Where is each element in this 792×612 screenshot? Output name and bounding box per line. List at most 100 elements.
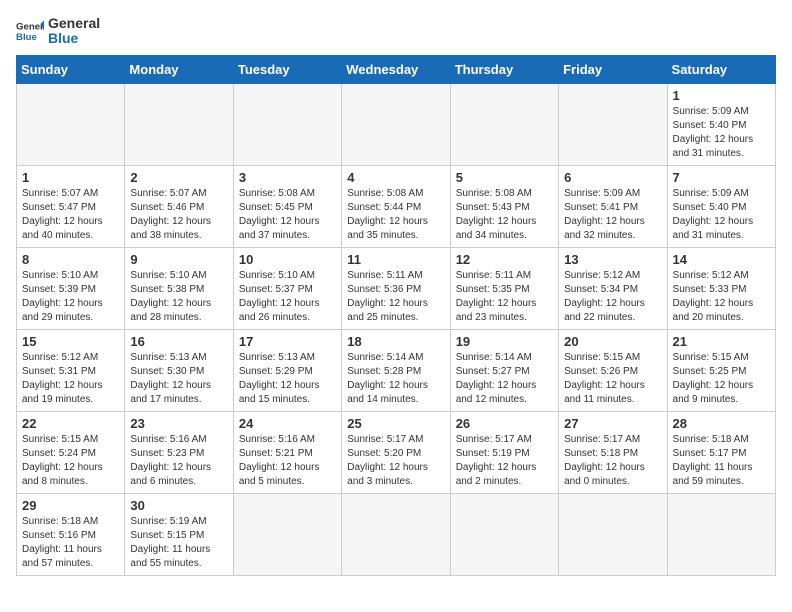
day-info: Sunrise: 5:12 AM Sunset: 5:31 PM Dayligh… (22, 351, 119, 407)
day-number: 15 (22, 334, 119, 349)
calendar-cell: 7 Sunrise: 5:09 AM Sunset: 5:40 PM Dayli… (667, 165, 775, 247)
day-info: Sunrise: 5:10 AM Sunset: 5:37 PM Dayligh… (239, 269, 336, 325)
calendar-cell (342, 83, 450, 165)
calendar-cell: 26 Sunrise: 5:17 AM Sunset: 5:19 PM Dayl… (450, 411, 558, 493)
day-number: 7 (673, 170, 770, 185)
day-info: Sunrise: 5:09 AM Sunset: 5:40 PM Dayligh… (673, 105, 770, 161)
day-number: 19 (456, 334, 553, 349)
calendar-week-row: 15 Sunrise: 5:12 AM Sunset: 5:31 PM Dayl… (17, 329, 776, 411)
calendar-cell: 23 Sunrise: 5:16 AM Sunset: 5:23 PM Dayl… (125, 411, 233, 493)
day-number: 1 (673, 88, 770, 103)
calendar-cell (342, 493, 450, 575)
day-info: Sunrise: 5:12 AM Sunset: 5:34 PM Dayligh… (564, 269, 661, 325)
calendar-cell: 3 Sunrise: 5:08 AM Sunset: 5:45 PM Dayli… (233, 165, 341, 247)
day-info: Sunrise: 5:09 AM Sunset: 5:40 PM Dayligh… (673, 187, 770, 243)
day-info: Sunrise: 5:10 AM Sunset: 5:38 PM Dayligh… (130, 269, 227, 325)
header-row: SundayMondayTuesdayWednesdayThursdayFrid… (17, 55, 776, 83)
page-header: General Blue General Blue (16, 16, 776, 47)
calendar-cell: 21 Sunrise: 5:15 AM Sunset: 5:25 PM Dayl… (667, 329, 775, 411)
calendar-cell: 24 Sunrise: 5:16 AM Sunset: 5:21 PM Dayl… (233, 411, 341, 493)
day-number: 12 (456, 252, 553, 267)
weekday-header: Friday (559, 55, 667, 83)
calendar-cell: 19 Sunrise: 5:14 AM Sunset: 5:27 PM Dayl… (450, 329, 558, 411)
day-info: Sunrise: 5:15 AM Sunset: 5:26 PM Dayligh… (564, 351, 661, 407)
calendar-cell: 1 Sunrise: 5:09 AM Sunset: 5:40 PM Dayli… (667, 83, 775, 165)
calendar-cell: 17 Sunrise: 5:13 AM Sunset: 5:29 PM Dayl… (233, 329, 341, 411)
day-info: Sunrise: 5:19 AM Sunset: 5:15 PM Dayligh… (130, 515, 227, 571)
day-number: 28 (673, 416, 770, 431)
calendar-cell: 25 Sunrise: 5:17 AM Sunset: 5:20 PM Dayl… (342, 411, 450, 493)
day-number: 4 (347, 170, 444, 185)
day-info: Sunrise: 5:16 AM Sunset: 5:23 PM Dayligh… (130, 433, 227, 489)
calendar-cell: 30 Sunrise: 5:19 AM Sunset: 5:15 PM Dayl… (125, 493, 233, 575)
calendar-week-row: 29 Sunrise: 5:18 AM Sunset: 5:16 PM Dayl… (17, 493, 776, 575)
day-info: Sunrise: 5:14 AM Sunset: 5:28 PM Dayligh… (347, 351, 444, 407)
weekday-header: Wednesday (342, 55, 450, 83)
calendar-cell: 14 Sunrise: 5:12 AM Sunset: 5:33 PM Dayl… (667, 247, 775, 329)
day-info: Sunrise: 5:10 AM Sunset: 5:39 PM Dayligh… (22, 269, 119, 325)
calendar-cell: 13 Sunrise: 5:12 AM Sunset: 5:34 PM Dayl… (559, 247, 667, 329)
day-number: 16 (130, 334, 227, 349)
day-number: 6 (564, 170, 661, 185)
calendar-table: SundayMondayTuesdayWednesdayThursdayFrid… (16, 55, 776, 576)
day-info: Sunrise: 5:07 AM Sunset: 5:47 PM Dayligh… (22, 187, 119, 243)
day-info: Sunrise: 5:08 AM Sunset: 5:43 PM Dayligh… (456, 187, 553, 243)
day-number: 13 (564, 252, 661, 267)
logo-blue: Blue (48, 31, 100, 46)
calendar-cell: 29 Sunrise: 5:18 AM Sunset: 5:16 PM Dayl… (17, 493, 125, 575)
calendar-week-row: 8 Sunrise: 5:10 AM Sunset: 5:39 PM Dayli… (17, 247, 776, 329)
calendar-week-row: 1 Sunrise: 5:07 AM Sunset: 5:47 PM Dayli… (17, 165, 776, 247)
day-number: 18 (347, 334, 444, 349)
day-number: 11 (347, 252, 444, 267)
day-info: Sunrise: 5:18 AM Sunset: 5:16 PM Dayligh… (22, 515, 119, 571)
calendar-cell (233, 493, 341, 575)
calendar-week-row: 1 Sunrise: 5:09 AM Sunset: 5:40 PM Dayli… (17, 83, 776, 165)
day-number: 3 (239, 170, 336, 185)
calendar-cell: 16 Sunrise: 5:13 AM Sunset: 5:30 PM Dayl… (125, 329, 233, 411)
weekday-header: Saturday (667, 55, 775, 83)
day-number: 14 (673, 252, 770, 267)
day-number: 21 (673, 334, 770, 349)
calendar-cell: 18 Sunrise: 5:14 AM Sunset: 5:28 PM Dayl… (342, 329, 450, 411)
day-info: Sunrise: 5:07 AM Sunset: 5:46 PM Dayligh… (130, 187, 227, 243)
weekday-header: Tuesday (233, 55, 341, 83)
calendar-cell: 27 Sunrise: 5:17 AM Sunset: 5:18 PM Dayl… (559, 411, 667, 493)
day-info: Sunrise: 5:15 AM Sunset: 5:25 PM Dayligh… (673, 351, 770, 407)
day-info: Sunrise: 5:08 AM Sunset: 5:44 PM Dayligh… (347, 187, 444, 243)
calendar-cell: 2 Sunrise: 5:07 AM Sunset: 5:46 PM Dayli… (125, 165, 233, 247)
svg-text:General: General (16, 22, 44, 33)
calendar-cell: 15 Sunrise: 5:12 AM Sunset: 5:31 PM Dayl… (17, 329, 125, 411)
calendar-cell: 5 Sunrise: 5:08 AM Sunset: 5:43 PM Dayli… (450, 165, 558, 247)
calendar-cell: 8 Sunrise: 5:10 AM Sunset: 5:39 PM Dayli… (17, 247, 125, 329)
day-number: 27 (564, 416, 661, 431)
calendar-cell (559, 493, 667, 575)
day-number: 29 (22, 498, 119, 513)
day-info: Sunrise: 5:17 AM Sunset: 5:20 PM Dayligh… (347, 433, 444, 489)
weekday-header: Thursday (450, 55, 558, 83)
day-number: 9 (130, 252, 227, 267)
day-info: Sunrise: 5:15 AM Sunset: 5:24 PM Dayligh… (22, 433, 119, 489)
logo-general: General (48, 16, 100, 31)
day-info: Sunrise: 5:18 AM Sunset: 5:17 PM Dayligh… (673, 433, 770, 489)
day-number: 20 (564, 334, 661, 349)
calendar-week-row: 22 Sunrise: 5:15 AM Sunset: 5:24 PM Dayl… (17, 411, 776, 493)
logo-icon: General Blue (16, 17, 44, 45)
day-number: 30 (130, 498, 227, 513)
day-number: 8 (22, 252, 119, 267)
day-info: Sunrise: 5:13 AM Sunset: 5:29 PM Dayligh… (239, 351, 336, 407)
logo: General Blue General Blue (16, 16, 100, 47)
day-number: 23 (130, 416, 227, 431)
calendar-cell (559, 83, 667, 165)
calendar-cell: 9 Sunrise: 5:10 AM Sunset: 5:38 PM Dayli… (125, 247, 233, 329)
day-number: 22 (22, 416, 119, 431)
calendar-cell (17, 83, 125, 165)
weekday-header: Sunday (17, 55, 125, 83)
weekday-header: Monday (125, 55, 233, 83)
calendar-cell (233, 83, 341, 165)
day-info: Sunrise: 5:16 AM Sunset: 5:21 PM Dayligh… (239, 433, 336, 489)
calendar-cell: 20 Sunrise: 5:15 AM Sunset: 5:26 PM Dayl… (559, 329, 667, 411)
calendar-cell (667, 493, 775, 575)
calendar-cell (450, 83, 558, 165)
svg-text:Blue: Blue (16, 32, 37, 43)
calendar-cell: 4 Sunrise: 5:08 AM Sunset: 5:44 PM Dayli… (342, 165, 450, 247)
